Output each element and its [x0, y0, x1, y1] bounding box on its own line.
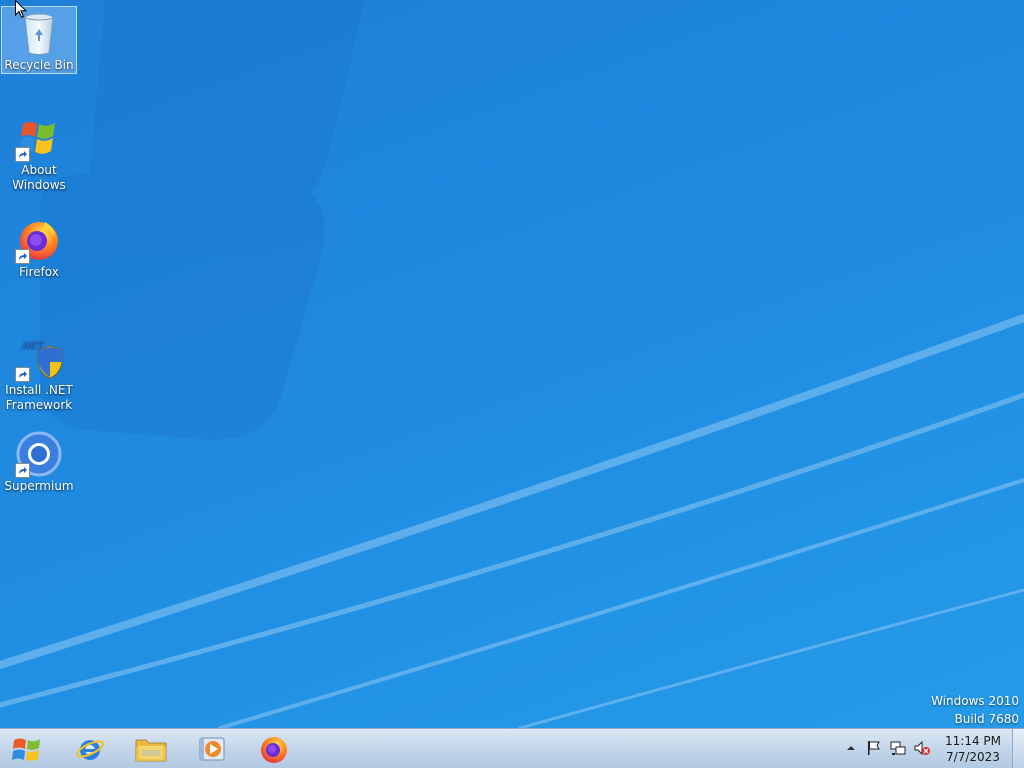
desktop-icon-about-windows[interactable]: About Windows — [1, 112, 77, 193]
desktop-icon-label: Install .NET Framework — [5, 383, 73, 412]
clock[interactable]: 11:14 PM 7/7/2023 — [940, 733, 1006, 765]
watermark-build: Build 7680 — [954, 712, 1019, 726]
desktop-icon-label: About Windows — [12, 163, 66, 192]
show-desktop-button[interactable] — [1012, 729, 1024, 768]
volume-muted-icon[interactable] — [914, 740, 930, 756]
wallpaper-art — [0, 0, 1024, 728]
build-watermark: Windows 2010 Build 7680 — [931, 692, 1019, 728]
desktop-icon-firefox[interactable]: Firefox — [1, 214, 77, 280]
clock-date: 7/7/2023 — [946, 750, 1000, 764]
network-icon[interactable] — [890, 740, 906, 756]
action-center-flag-icon[interactable] — [866, 740, 882, 756]
notification-area: 11:14 PM 7/7/2023 — [0, 729, 1024, 768]
mouse-cursor-icon — [15, 0, 27, 19]
clock-time: 11:14 PM — [945, 734, 1001, 748]
desktop-icon-install-dotnet[interactable]: .NET Install .NET Framework — [1, 332, 77, 413]
shortcut-arrow-icon — [15, 249, 30, 264]
taskbar: 11:14 PM 7/7/2023 — [0, 728, 1024, 768]
firefox-icon — [15, 216, 63, 264]
desktop-icon-label: Recycle Bin — [4, 58, 74, 72]
show-hidden-icons-icon[interactable] — [843, 740, 859, 756]
windows-flag-icon — [15, 114, 63, 162]
dotnet-installer-icon: .NET — [15, 334, 63, 382]
supermium-icon — [15, 430, 63, 478]
desktop[interactable]: Recycle Bin About Windows Firefox .NET I… — [0, 0, 1024, 728]
desktop-icon-label: Firefox — [19, 265, 59, 279]
shortcut-arrow-icon — [15, 147, 30, 162]
desktop-icon-recycle-bin[interactable]: Recycle Bin — [1, 6, 77, 74]
watermark-edition: Windows 2010 — [931, 694, 1019, 708]
desktop-icon-label: Supermium — [4, 479, 74, 493]
shortcut-arrow-icon — [15, 463, 30, 478]
shortcut-arrow-icon — [15, 367, 30, 382]
desktop-icon-supermium[interactable]: Supermium — [1, 428, 77, 494]
